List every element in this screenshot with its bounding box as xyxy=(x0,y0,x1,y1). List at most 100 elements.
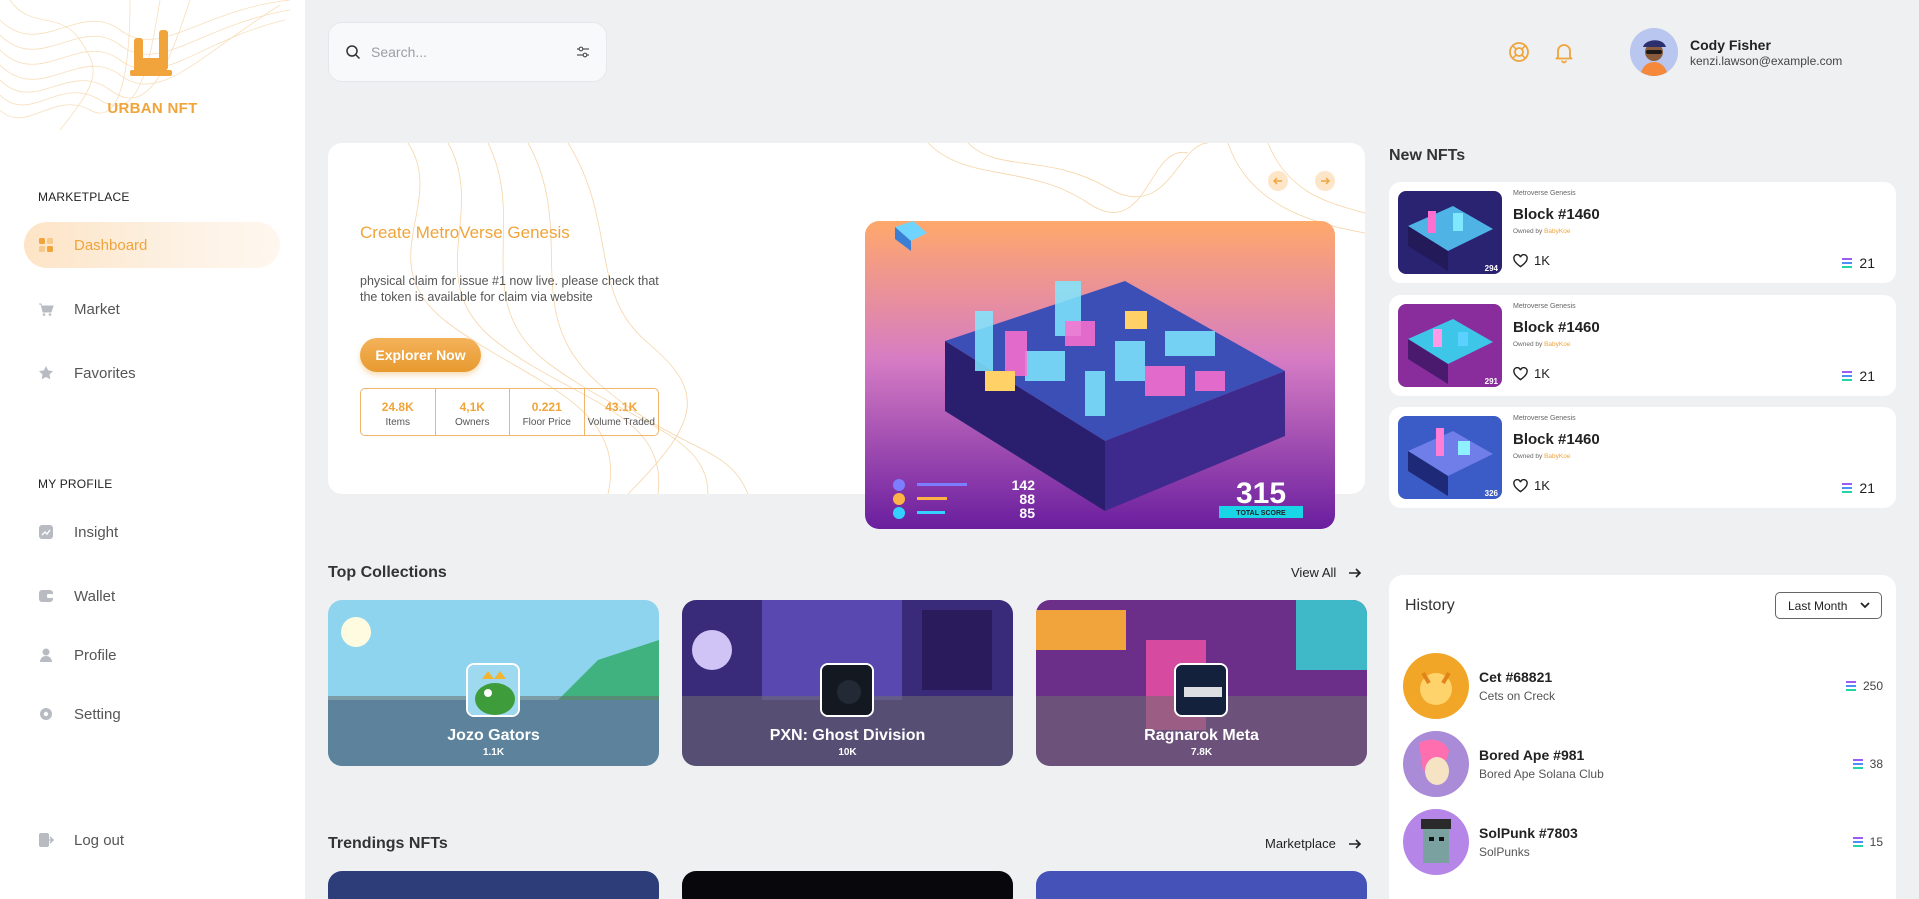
likes-count: 1K xyxy=(1534,253,1550,268)
hero-title: Create MetroVerse Genesis xyxy=(360,223,570,242)
nft-card[interactable]: 326 Metroverse Genesis Block #1460 Owned… xyxy=(1389,407,1896,508)
nft-likes[interactable]: 1K xyxy=(1513,366,1550,381)
solana-icon xyxy=(1842,483,1853,493)
nft-collection: Metroverse Genesis xyxy=(1513,303,1576,310)
nft-thumb-number: 294 xyxy=(1485,264,1499,273)
stat-value: 43.1K xyxy=(605,400,638,414)
arrow-right-icon xyxy=(1348,838,1361,849)
owner-name[interactable]: BabyKoe xyxy=(1544,228,1570,235)
sidebar-item-label: Setting xyxy=(74,705,121,723)
history-item-name: Bored Ape #981 xyxy=(1479,747,1585,763)
marketplace-label: Marketplace xyxy=(1265,836,1336,851)
sidebar-item-wallet[interactable]: Wallet xyxy=(24,573,280,619)
stat-label: Volume Traded xyxy=(587,417,655,428)
brand-name: URBAN NFT xyxy=(107,100,198,117)
search-input[interactable] xyxy=(371,44,576,60)
nft-collection: Metroverse Genesis xyxy=(1513,415,1576,422)
heart-icon xyxy=(1513,366,1528,380)
solana-icon xyxy=(1842,371,1853,381)
collection-card[interactable]: Jozo Gators 1.1K xyxy=(328,600,659,766)
hero-next-button[interactable] xyxy=(1315,171,1335,191)
nft-thumb-number: 326 xyxy=(1485,489,1499,498)
nft-owner: Owned by BabyKoe xyxy=(1513,228,1570,235)
price-value: 38 xyxy=(1869,757,1883,771)
nft-likes[interactable]: 1K xyxy=(1513,253,1550,268)
collection-card[interactable]: PXN: Ghost Division 10K xyxy=(682,600,1013,766)
hero-nft-image: 142 88 85 315 TOTAL SCORE xyxy=(865,221,1335,529)
owner-name[interactable]: BabyKoe xyxy=(1544,453,1570,460)
support-icon[interactable] xyxy=(1507,40,1531,64)
nft-collection: Metroverse Genesis xyxy=(1513,190,1576,197)
nft-card[interactable]: 294 Metroverse Genesis Block #1460 Owned… xyxy=(1389,182,1896,283)
nft-card[interactable]: 291 Metroverse Genesis Block #1460 Owned… xyxy=(1389,295,1896,396)
hero-description: physical claim for issue #1 now live. pl… xyxy=(360,274,659,304)
solana-icon xyxy=(1852,759,1863,769)
wallet-icon xyxy=(38,588,54,604)
nft-owner: Owned by BabyKoe xyxy=(1513,453,1570,460)
logout-icon xyxy=(38,832,54,848)
nft-price: 21 xyxy=(1841,368,1875,384)
section-profile-label: MY PROFILE xyxy=(38,477,113,491)
star-icon xyxy=(38,365,54,381)
sidebar-item-favorites[interactable]: Favorites xyxy=(24,350,280,396)
collection-card[interactable]: Ragnarok Meta 7.8K xyxy=(1036,600,1367,766)
price-value: 15 xyxy=(1869,835,1883,849)
avatar xyxy=(1630,28,1678,76)
view-all-link[interactable]: View All xyxy=(1291,565,1362,580)
bell-icon[interactable] xyxy=(1552,40,1576,64)
sidebar-item-setting[interactable]: Setting xyxy=(24,691,280,737)
history-item-name: Cet #68821 xyxy=(1479,669,1553,685)
sidebar-item-label: Insight xyxy=(74,523,119,541)
history-avatar xyxy=(1403,809,1469,875)
price-value: 250 xyxy=(1862,679,1883,693)
stat-value: 0.221 xyxy=(531,400,562,414)
history-item-name: SolPunk #7803 xyxy=(1479,825,1578,841)
history-item-collection: Bored Ape Solana Club xyxy=(1479,767,1604,781)
filter-icon[interactable] xyxy=(576,45,590,59)
sidebar-item-label: Favorites xyxy=(74,364,136,382)
stat-value: 4,1K xyxy=(459,400,485,414)
view-all-label: View All xyxy=(1291,565,1337,580)
explore-now-button[interactable]: Explorer Now xyxy=(360,338,481,372)
sidebar-item-profile[interactable]: Profile xyxy=(24,632,280,678)
cart-icon xyxy=(38,301,54,317)
search-box[interactable] xyxy=(328,22,607,82)
sidebar: URBAN NFT MARKETPLACE Dashboard Market F… xyxy=(0,0,305,899)
price-value: 21 xyxy=(1859,255,1875,271)
solana-icon xyxy=(1852,837,1863,847)
history-period-select[interactable]: Last Month xyxy=(1775,592,1882,619)
stat-label: Items xyxy=(385,417,410,428)
stat-value: 24.8K xyxy=(381,400,414,414)
sidebar-item-label: Profile xyxy=(74,646,117,664)
solana-icon xyxy=(1842,258,1853,268)
sidebar-item-label: Market xyxy=(74,300,120,318)
collection-avatar xyxy=(466,663,520,717)
owned-by-label: Owned by xyxy=(1513,453,1543,460)
sidebar-item-market[interactable]: Market xyxy=(24,286,280,332)
trending-nft-card[interactable] xyxy=(682,871,1013,899)
sidebar-item-dashboard[interactable]: Dashboard xyxy=(24,222,280,268)
nft-name: Block #1460 xyxy=(1513,319,1600,336)
owner-name[interactable]: BabyKoe xyxy=(1544,341,1570,348)
stat-volume-traded: 43.1K Volume Traded xyxy=(585,389,659,435)
nft-likes[interactable]: 1K xyxy=(1513,478,1550,493)
solana-icon xyxy=(1845,681,1856,691)
trending-nft-card[interactable] xyxy=(328,871,659,899)
marketplace-link[interactable]: Marketplace xyxy=(1265,836,1362,851)
user-email: kenzi.lawson@example.com xyxy=(1690,53,1843,68)
user-profile[interactable]: Cody Fisher kenzi.lawson@example.com xyxy=(1630,28,1842,76)
likes-count: 1K xyxy=(1534,478,1550,493)
history-row[interactable]: Cet #68821 Cets on Creck 250 xyxy=(1403,653,1883,719)
stat-floor-price: 0.221 Floor Price xyxy=(510,389,585,435)
sidebar-item-insight[interactable]: Insight xyxy=(24,509,280,555)
hero-prev-button[interactable] xyxy=(1268,171,1288,191)
hero-bar-value: 85 xyxy=(1019,505,1035,521)
trending-nft-card[interactable] xyxy=(1036,871,1367,899)
history-row[interactable]: SolPunk #7803 SolPunks 15 xyxy=(1403,809,1883,875)
sidebar-item-logout[interactable]: Log out xyxy=(24,817,280,863)
collection-avatar xyxy=(820,663,874,717)
nft-thumbnail: 291 xyxy=(1398,304,1502,387)
chart-icon xyxy=(38,524,54,540)
history-row[interactable]: Bored Ape #981 Bored Ape Solana Club 38 xyxy=(1403,731,1883,797)
collection-avatar xyxy=(1174,663,1228,717)
